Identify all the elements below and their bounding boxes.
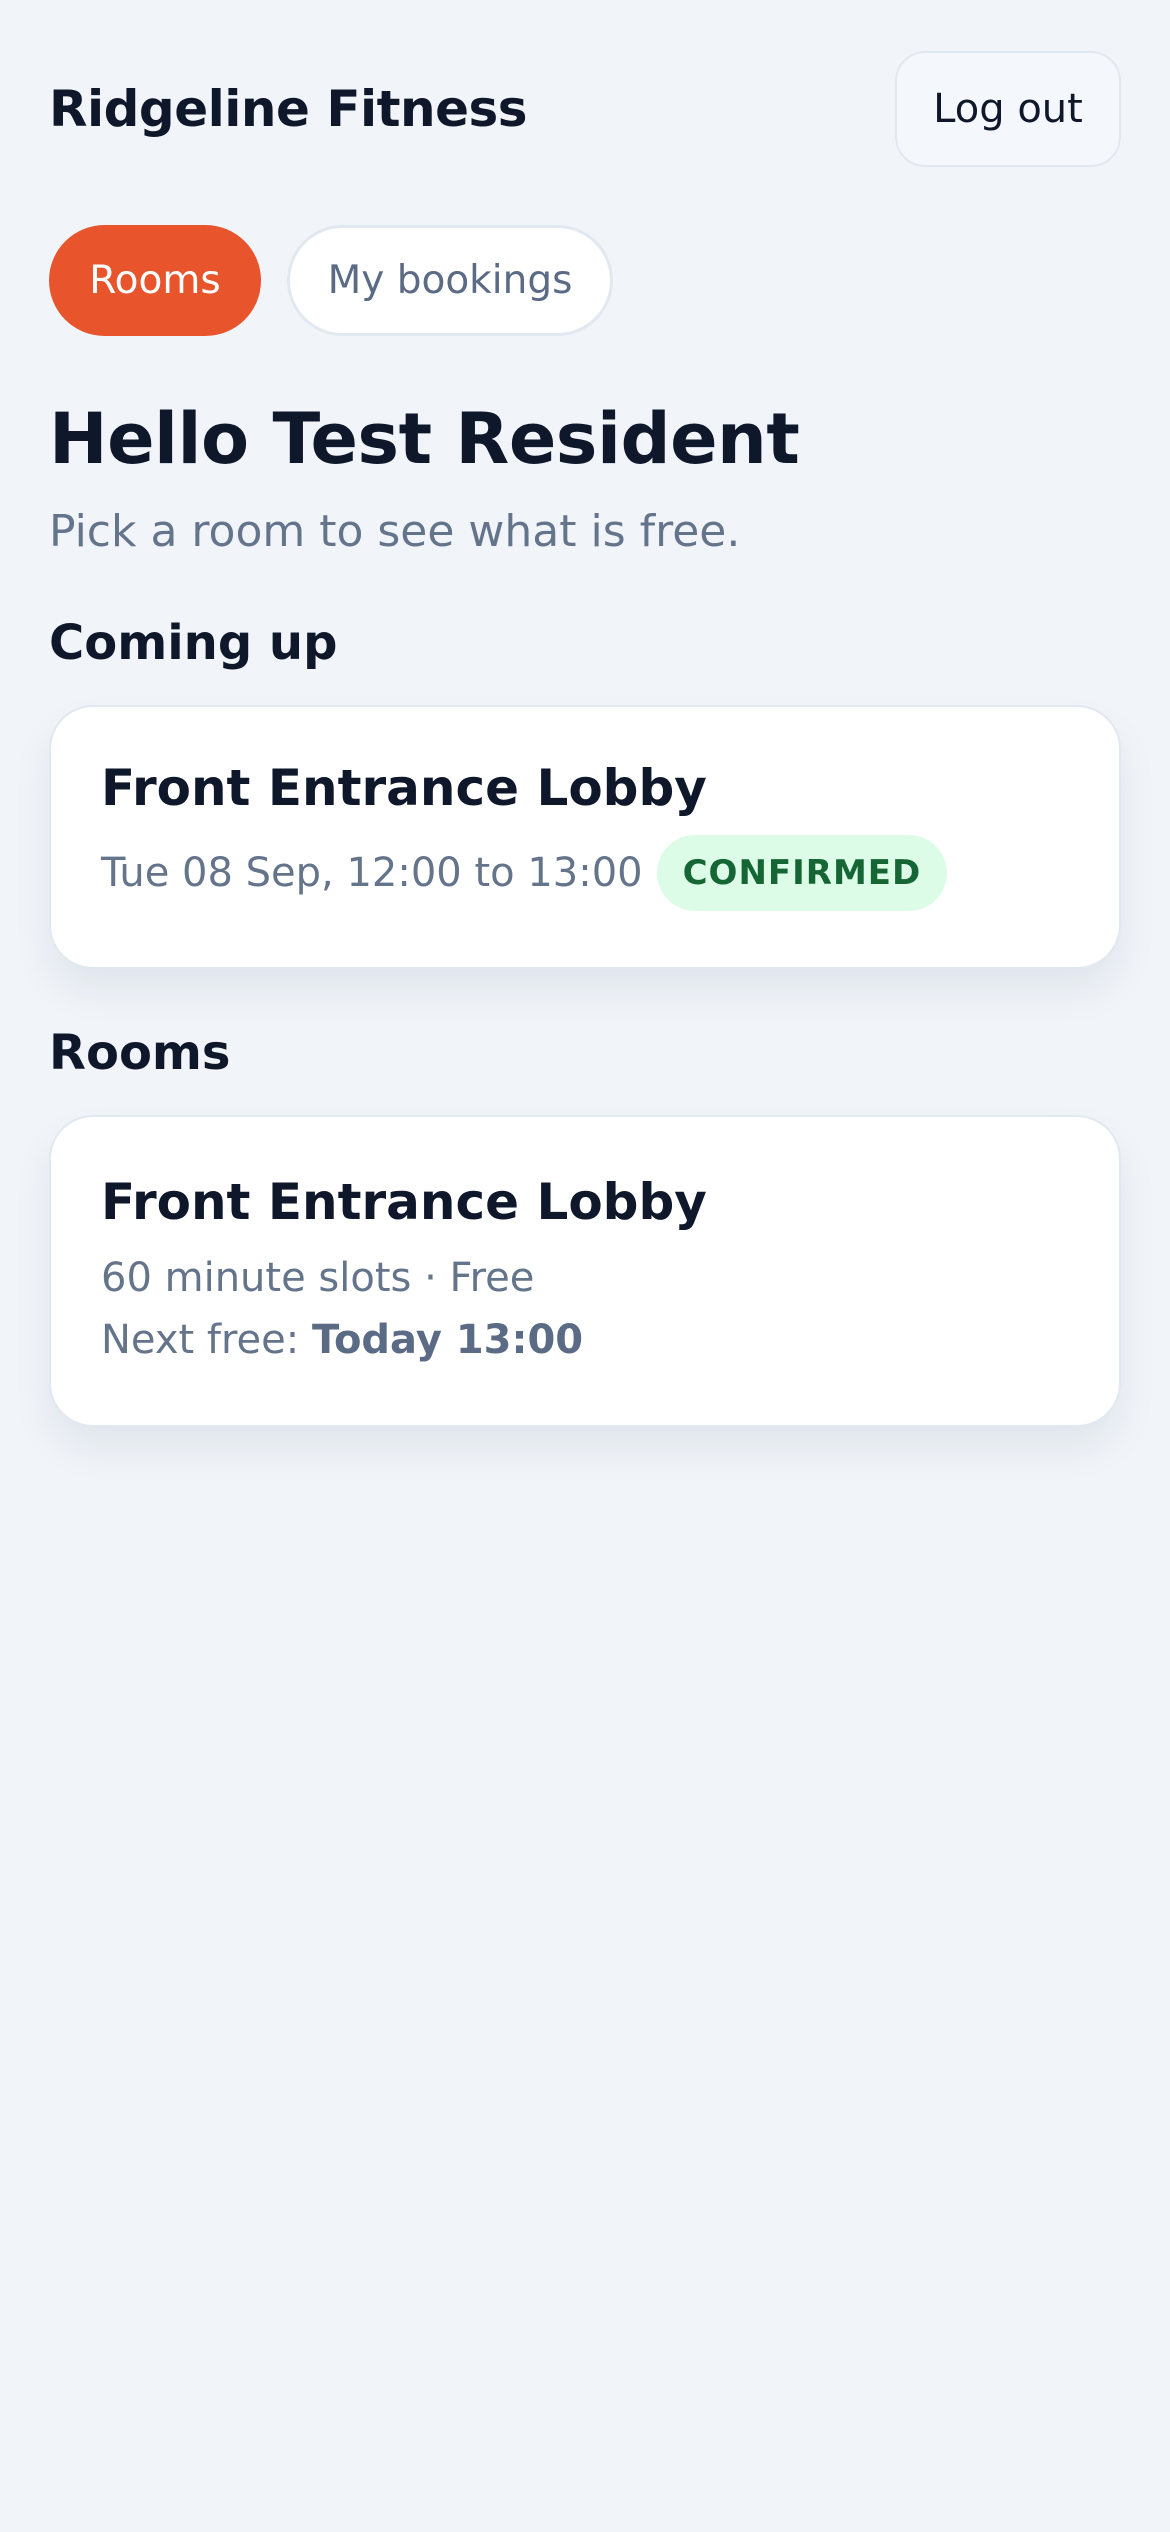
tab-bar: Rooms My bookings xyxy=(49,225,1121,336)
brand-title: Ridgeline Fitness xyxy=(49,80,528,138)
app-header: Ridgeline Fitness Log out xyxy=(49,0,1121,170)
room-name: Front Entrance Lobby xyxy=(101,1173,707,1231)
rooms-heading: Rooms xyxy=(49,1025,231,1081)
booking-time: Tue 08 Sep, 12:00 to 13:00 xyxy=(101,850,643,896)
next-free-value: Today 13:00 xyxy=(311,1317,584,1363)
logout-button[interactable]: Log out xyxy=(895,51,1121,167)
room-card[interactable]: Front Entrance Lobby 60 minute slots · F… xyxy=(49,1115,1121,1427)
next-free-label: Next free: xyxy=(101,1317,300,1363)
booking-room-name: Front Entrance Lobby xyxy=(101,759,707,817)
coming-up-heading: Coming up xyxy=(49,615,338,671)
tab-rooms[interactable]: Rooms xyxy=(49,225,261,336)
page-title: Hello Test Resident xyxy=(49,398,800,480)
upcoming-booking-card[interactable]: Front Entrance Lobby Tue 08 Sep, 12:00 t… xyxy=(49,705,1121,969)
room-meta: 60 minute slots · Free xyxy=(101,1255,535,1301)
page-subtitle: Pick a room to see what is free. xyxy=(49,506,741,557)
tab-my-bookings[interactable]: My bookings xyxy=(287,225,613,336)
status-badge: CONFIRMED xyxy=(656,835,948,911)
booking-details: Tue 08 Sep, 12:00 to 13:00 CONFIRMED xyxy=(101,835,1069,911)
room-next-free: Next free: Today 13:00 xyxy=(101,1317,1069,1363)
app-page: Ridgeline Fitness Log out Rooms My booki… xyxy=(0,0,1170,2532)
